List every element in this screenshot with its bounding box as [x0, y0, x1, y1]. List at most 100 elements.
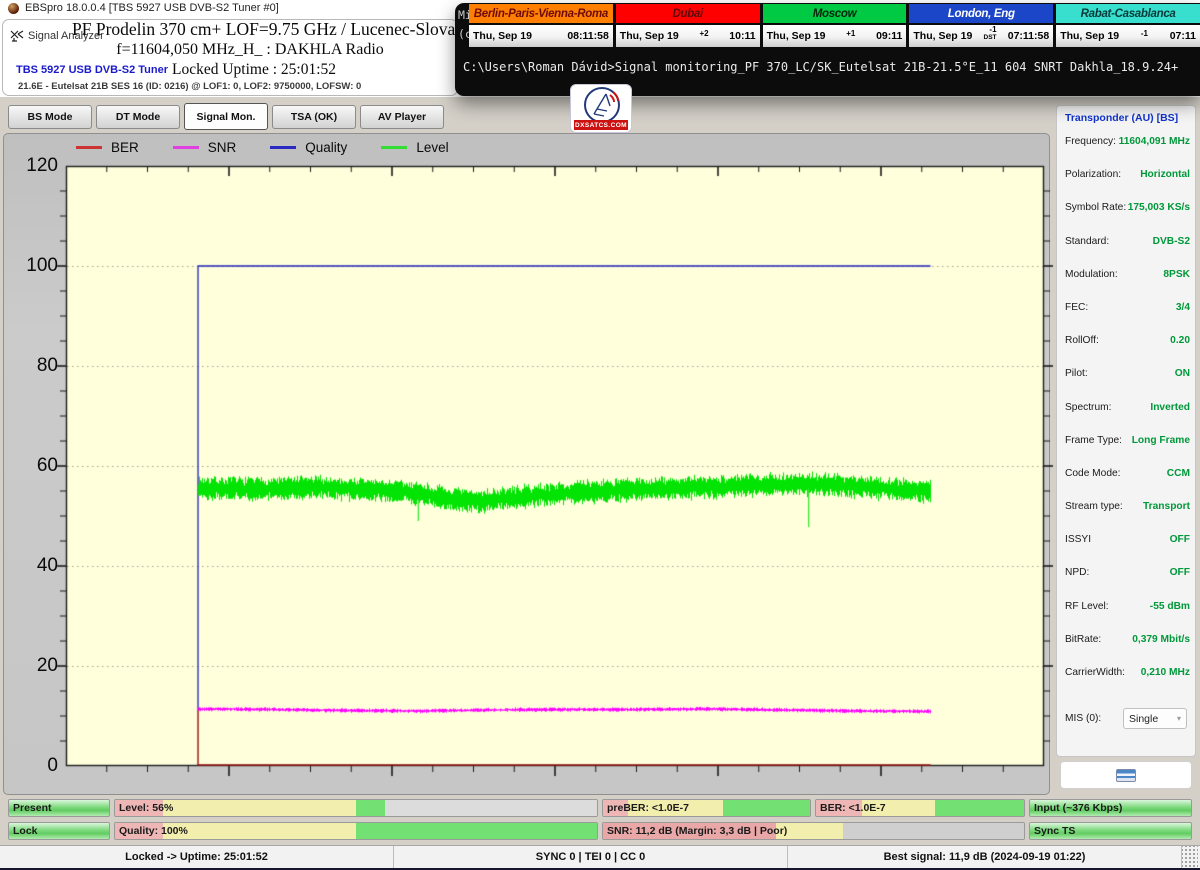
mis-row: MIS (0): Single ▾: [1065, 708, 1187, 729]
dxsatcs-logo-text: DXSATCS.COM: [574, 120, 628, 130]
bar-label: Present: [13, 802, 52, 814]
offset-value: +2: [699, 28, 709, 38]
transponder-row-label: Modulation:: [1065, 268, 1118, 280]
transponder-row: CarrierWidth: 0,210 MHz: [1065, 667, 1190, 700]
tab-signal-mon-[interactable]: Signal Mon.: [184, 103, 268, 130]
legend-label: BER: [111, 140, 139, 155]
clock-time-value: 09:11: [876, 30, 903, 42]
resize-grip[interactable]: [1182, 846, 1198, 868]
clock-utc-offset: +2: [699, 28, 709, 38]
bar-ber: BER: <1.0E-7: [815, 799, 1025, 817]
frequency-title: f=11604,050 MHz_H_ : DAKHLA Radio: [116, 41, 384, 58]
y-tick-label: 20: [36, 655, 58, 676]
antenna-title: PF Prodelin 370 cm+ LOF=9.75 GHz / Lucen…: [72, 19, 477, 39]
transponder-row-value: 175,003 KS/s: [1127, 202, 1190, 214]
transponder-row-value: -55 dBm: [1149, 600, 1190, 612]
transponder-row-label: Frequency:: [1065, 136, 1116, 147]
bar-snr: SNR: 11,2 dB (Margin: 3,3 dB | Poor): [602, 822, 1025, 840]
status-bar: Locked -> Uptime: 25:01:52 SYNC 0 | TEI …: [0, 845, 1200, 868]
window-title: EBSpro 18.0.0.4 [TBS 5927 USB DVB-S2 Tun…: [25, 2, 279, 14]
legend-label: Level: [416, 140, 449, 155]
transponder-row-label: BitRate:: [1065, 633, 1102, 645]
status-uptime: Locked -> Uptime: 25:01:52: [0, 846, 394, 868]
bar-label: Sync TS: [1034, 825, 1076, 837]
clock-date: Thu, Sep 19: [1060, 30, 1120, 42]
transponder-row-value: ON: [1174, 368, 1190, 380]
bar-zone: [163, 800, 356, 816]
transponder-row-label: Spectrum:: [1065, 401, 1112, 413]
y-tick-label: 0: [47, 755, 58, 776]
clock-city-header: London, Eng: [909, 4, 1054, 23]
window-titlebar: EBSpro 18.0.0.4 [TBS 5927 USB DVB-S2 Tun…: [8, 2, 279, 14]
clock-city-header: Moscow: [762, 4, 907, 23]
transponder-row: Polarization: Horizontal: [1065, 169, 1190, 202]
legend-swatch: [172, 146, 199, 149]
transponder-row: Stream type: Transport: [1065, 501, 1190, 534]
transponder-row-label: RF Level:: [1065, 600, 1109, 612]
transponder-row-value: 0,210 MHz: [1140, 667, 1190, 678]
mis-selected-value: Single: [1129, 712, 1159, 725]
transponder-row-label: Frame Type:: [1065, 434, 1122, 446]
transponder-row: RollOff: 0.20: [1065, 335, 1190, 368]
transponder-row: RF Level: -55 dBm: [1065, 601, 1190, 634]
transponder-row: Pilot: ON: [1065, 368, 1190, 401]
legend-item-ber: BER: [76, 140, 139, 155]
status-best-signal: Best signal: 11,9 dB (2024-09-19 01:22): [788, 846, 1182, 868]
clock-cell: Dubai Thu, Sep 19 +2 10:11: [615, 4, 760, 50]
legend-swatch: [76, 146, 102, 149]
transponder-row: Symbol Rate: 175,003 KS/s: [1065, 202, 1190, 235]
transponder-row: ISSYI OFF: [1065, 534, 1190, 567]
legend-item-level: Level: [381, 140, 449, 155]
y-tick-label: 40: [36, 555, 58, 576]
bar-sync-ts: Sync TS: [1029, 822, 1192, 840]
tab-bs-mode[interactable]: BS Mode: [8, 105, 92, 129]
chevron-down-icon: ▾: [1176, 714, 1181, 723]
bar-label: preBER: <1.0E-7: [607, 802, 689, 814]
satellite-dish-icon: [584, 87, 620, 123]
clock-cell: London, Eng Thu, Sep 19 -1 DST 07:11:58: [909, 4, 1054, 50]
transponder-row-label: Stream type:: [1065, 501, 1123, 513]
mis-dropdown[interactable]: Single ▾: [1123, 708, 1187, 729]
offset-value: -1: [1140, 28, 1148, 38]
transponder-row-value: 8PSK: [1163, 268, 1190, 280]
clock-time-row: Thu, Sep 19 -1 07:11: [1056, 25, 1200, 47]
transponder-row-label: RollOff:: [1065, 335, 1099, 347]
clock-time-row: Thu, Sep 19 08:11:58: [469, 25, 613, 47]
tab-dt-mode[interactable]: DT Mode: [96, 105, 180, 129]
transponder-row-value: OFF: [1169, 534, 1190, 546]
transponder-row-value: DVB-S2: [1152, 235, 1190, 247]
dxsatcs-logo: DXSATCS.COM: [570, 84, 632, 133]
transponder-row: BitRate: 0,379 Mbit/s: [1065, 634, 1190, 667]
legend-swatch: [270, 146, 297, 149]
transponder-row-label: CarrierWidth:: [1065, 667, 1126, 678]
bar-zone: [355, 823, 597, 839]
tab-tsa-ok-[interactable]: TSA (OK): [272, 105, 356, 129]
clock-city-header: Rabat-Casablanca: [1056, 4, 1200, 23]
transponder-row-value: 0.20: [1170, 335, 1190, 347]
clock-date: Thu, Sep 19: [766, 30, 826, 42]
ebspro-app-icon: [8, 2, 19, 14]
clock-time-row: Thu, Sep 19 +2 10:11: [615, 25, 760, 47]
bar-label: BER: <1.0E-7: [820, 802, 886, 814]
clock-city-header: Berlin-Paris-Vienna-Roma: [469, 4, 613, 23]
bar-zones: [115, 800, 597, 816]
legend-label: Quality: [305, 140, 348, 155]
signal-chart-panel: BER SNR Quality Level 0 20 40 60 80 100 120: [3, 133, 1058, 795]
transponder-row: NPD: OFF: [1065, 567, 1190, 600]
mis-label: MIS (0):: [1065, 713, 1102, 724]
bar-rest: [384, 800, 597, 816]
clock-utc-offset: -1: [1140, 28, 1148, 38]
signal-analyzer-icon: [10, 30, 24, 42]
transponder-row-label: FEC:: [1065, 301, 1089, 313]
bar-zone: [934, 800, 1024, 816]
clock-cell: Berlin-Paris-Vienna-Roma Thu, Sep 19 08:11…: [469, 4, 613, 50]
transponder-row: Code Mode: CCM: [1065, 468, 1190, 501]
lof-settings: 21.6E - Eutelsat 21B SES 16 (ID: 0216) @…: [18, 81, 362, 92]
console-prompt: C:\Users\Roman Dávid>Signal monitoring_P…: [463, 60, 1179, 74]
offset-value: -1: [989, 25, 997, 34]
clock-cell: Rabat-Casablanca Thu, Sep 19 -1 07:11: [1056, 4, 1200, 50]
bar-rest: [842, 823, 1024, 839]
panel-button[interactable]: [1060, 761, 1192, 789]
bar-label: SNR: 11,2 dB (Margin: 3,3 dB | Poor): [607, 825, 788, 837]
tab-av-player[interactable]: AV Player: [360, 105, 444, 129]
